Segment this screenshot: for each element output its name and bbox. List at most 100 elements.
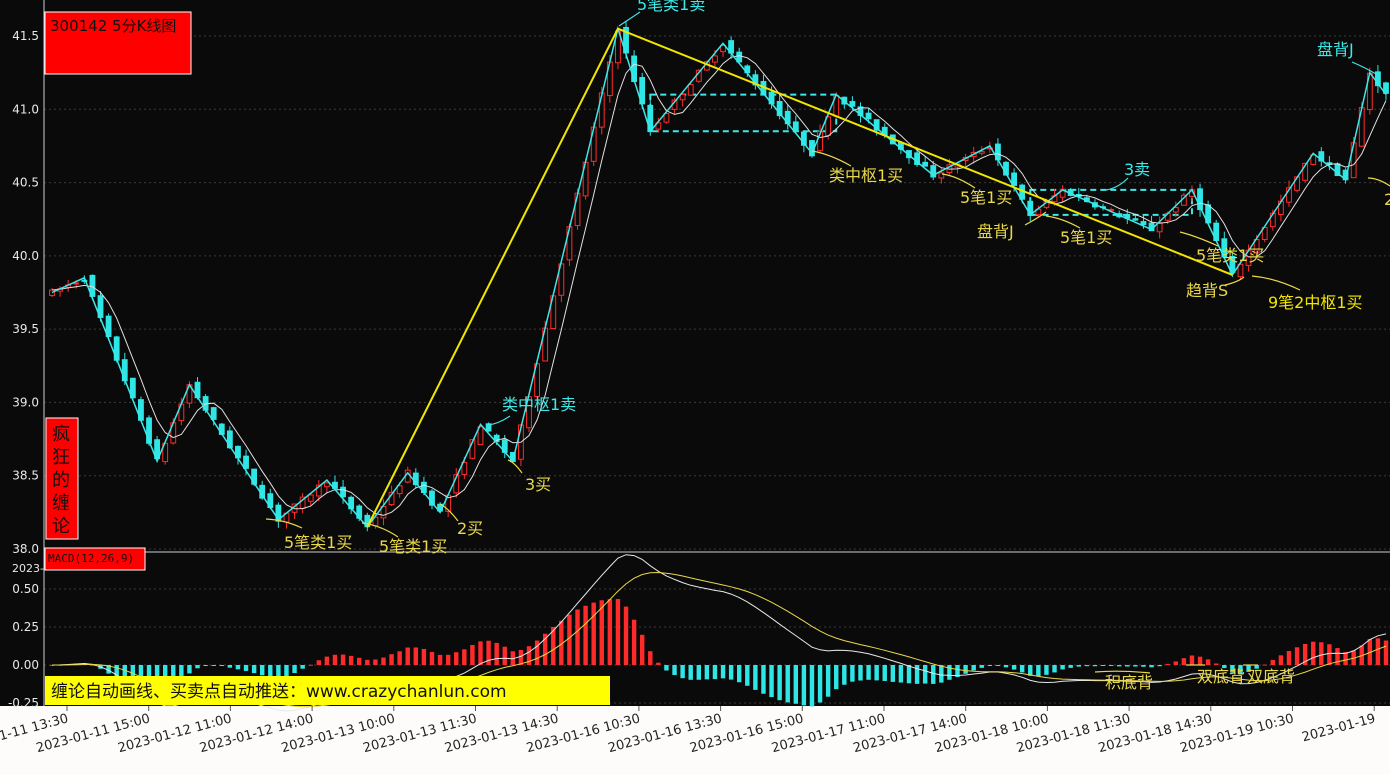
macd-histogram-bar (801, 665, 807, 706)
macd-histogram-bar (1108, 665, 1114, 666)
annotation-zhongshu-1mai: 类中枢1卖 (502, 395, 576, 414)
annotation-panbei-low: 盘背J (977, 222, 1014, 241)
macd-histogram-bar (381, 657, 386, 665)
macd-histogram-bar (1181, 658, 1187, 665)
annotation-5bi1mai-a: 5笔1买 (960, 188, 1012, 207)
macd-histogram-bar (712, 665, 718, 680)
macd-histogram-bar (227, 665, 233, 668)
macd-histogram-bar (761, 665, 766, 694)
macd-tick-label: -0.25 (8, 696, 39, 710)
side-badge-char: 缠 (52, 493, 70, 514)
macd-histogram-bar (850, 665, 855, 682)
macd-histogram-bar (1157, 665, 1162, 667)
side-badge-char: 的 (52, 470, 70, 491)
macd-histogram-bar (906, 665, 912, 684)
candle-body (1132, 218, 1139, 221)
macd-histogram-bar (939, 665, 944, 683)
annotation-panbei-top: 盘背J (1317, 40, 1354, 59)
annotation-qubei: 趋背S (1186, 281, 1228, 300)
macd-histogram-bar (1003, 665, 1009, 668)
macd-histogram-bar (300, 665, 305, 669)
macd-histogram-bar (631, 619, 637, 665)
annotation-edge-2: 2 (1384, 190, 1390, 209)
macd-histogram-bar (1165, 663, 1170, 665)
macd-date-fragment: 2023- (12, 562, 44, 575)
macd-histogram-bar (567, 614, 572, 665)
macd-histogram-bar (1084, 665, 1090, 667)
macd-histogram-bar (1262, 664, 1267, 666)
title-text: 300142 5分K线图 (50, 17, 176, 35)
macd-histogram-bar (348, 655, 354, 665)
macd-histogram-bar (365, 659, 370, 665)
macd-histogram-bar (963, 665, 968, 674)
macd-badge-text: MACD(12,26,9) (48, 552, 134, 565)
macd-histogram-bar (680, 665, 685, 679)
macd-histogram-bar (615, 599, 621, 665)
macd-histogram-bar (284, 665, 289, 677)
macd-histogram-bar (987, 665, 993, 666)
macd-histogram-bar (1036, 665, 1041, 677)
macd-histogram-bar (373, 659, 378, 665)
macd-histogram-bar (737, 665, 742, 683)
annotation-9bi-2zhongshu: 9笔2中枢1买 (1268, 293, 1363, 312)
macd-histogram-bar (518, 649, 524, 665)
macd-histogram-bar (1205, 659, 1211, 665)
price-tick-label: 39.5 (12, 322, 39, 336)
candle-body (566, 226, 573, 261)
macd-histogram-bar (1197, 656, 1203, 665)
macd-histogram-bar (1173, 661, 1179, 665)
macd-histogram-bar (1278, 655, 1284, 665)
macd-histogram-bar (235, 665, 241, 670)
macd-histogram-bar (866, 665, 871, 680)
macd-histogram-bar (445, 654, 451, 665)
macd-histogram-bar (1100, 665, 1106, 666)
candle-body (243, 455, 249, 469)
macd-histogram-bar (405, 647, 410, 665)
macd-histogram-bar (858, 665, 863, 681)
macd-histogram-bar (1149, 665, 1154, 668)
macd-histogram-bar (639, 634, 645, 665)
macd-histogram-bar (995, 665, 1001, 666)
macd-histogram-bar (672, 665, 677, 675)
candle-body (792, 121, 799, 132)
side-badge-char: 狂 (52, 447, 70, 468)
annotation-2mai: 2买 (457, 519, 483, 538)
annotation-3mai-sell: 3卖 (1124, 160, 1150, 179)
kline-chart: 41.5 41.0 40.5 40.0 39.5 39.0 38.5 38.0 0.50 0.2… (0, 0, 1390, 775)
candle-body (210, 407, 217, 420)
macd-histogram-bar (494, 642, 499, 665)
macd-histogram-bar (1052, 665, 1057, 673)
annotation-jidibei: 积底背 (1105, 673, 1153, 692)
side-badge-char: 疯 (52, 424, 70, 445)
macd-histogram-bar (834, 665, 839, 690)
candle-body (1140, 221, 1147, 225)
macd-histogram-bar (1068, 665, 1073, 668)
macd-histogram-bar (203, 665, 208, 666)
macd-histogram-bar (292, 665, 297, 673)
price-tick-label: 41.0 (12, 102, 39, 116)
macd-histogram-bar (1375, 638, 1381, 665)
macd-histogram-bar (1133, 665, 1138, 667)
macd-histogram-bar (421, 648, 427, 665)
macd-histogram-bar (357, 657, 362, 665)
macd-histogram-bar (308, 664, 313, 666)
macd-histogram-bar (243, 665, 249, 671)
macd-histogram-bar (575, 609, 580, 665)
macd-histogram-bar (728, 665, 734, 680)
macd-histogram-bar (437, 654, 443, 665)
macd-histogram-bar (793, 665, 799, 704)
macd-histogram-bar (454, 652, 459, 665)
macd-histogram-bar (397, 651, 402, 665)
candle-body (323, 482, 330, 488)
macd-histogram-bar (745, 665, 750, 686)
candle-body (849, 101, 856, 107)
macd-histogram-bar (809, 665, 815, 707)
macd-histogram-bar (1011, 665, 1017, 670)
macd-histogram-bar (623, 606, 629, 665)
macd-histogram-bar (890, 665, 896, 682)
annotation-5bi-lei1mai-c: 5笔类1买 (1196, 246, 1264, 265)
macd-histogram-bar (971, 665, 976, 671)
promo-banner: 缠论自动画线、买卖点自动推送：www.crazychanlun.com (45, 676, 610, 705)
macd-histogram-bar (195, 665, 200, 669)
macd-histogram-bar (817, 665, 823, 703)
